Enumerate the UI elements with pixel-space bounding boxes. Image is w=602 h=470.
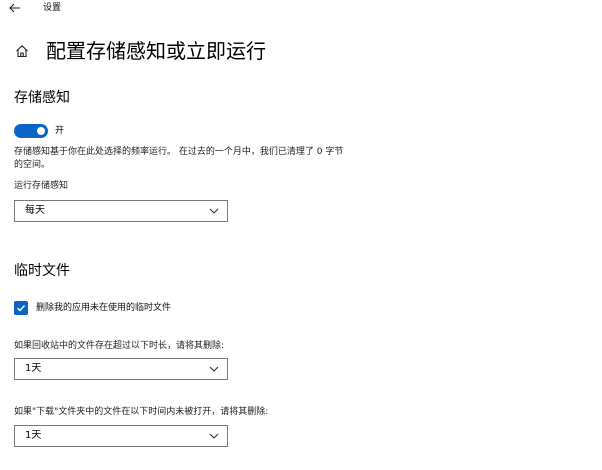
recycle-bin-label: 如果回收站中的文件存在超过以下时长，请将其删除: xyxy=(14,341,225,351)
checkmark-icon xyxy=(17,305,26,312)
delete-temp-files-label: 删除我的应用未在使用的临时文件 xyxy=(36,303,172,313)
title-bar: 设置 xyxy=(0,0,602,18)
run-storage-sense-label: 运行存储感知 xyxy=(14,181,69,191)
back-arrow-icon xyxy=(9,3,20,13)
settings-page: 设置 配置存储感知或立即运行 存储感知 开 存储感知基于你在此处选择的频率运行。… xyxy=(0,0,602,470)
chevron-down-icon xyxy=(209,433,219,439)
delete-temp-files-checkbox[interactable] xyxy=(14,301,28,315)
app-title: 设置 xyxy=(43,3,62,13)
chevron-down-icon xyxy=(209,366,219,372)
page-title: 配置存储感知或立即运行 xyxy=(46,39,266,63)
home-icon[interactable] xyxy=(14,43,30,59)
downloads-folder-value: 1天 xyxy=(25,430,42,441)
section-title-temp-files: 临时文件 xyxy=(14,263,70,279)
storage-sense-toggle[interactable] xyxy=(14,124,48,138)
recycle-bin-select[interactable]: 1天 xyxy=(14,358,228,380)
storage-sense-toggle-row: 开 xyxy=(14,122,64,140)
chevron-down-icon xyxy=(209,208,219,214)
section-title-storage-sense: 存储感知 xyxy=(14,90,70,106)
back-button[interactable] xyxy=(8,2,22,14)
recycle-bin-value: 1天 xyxy=(25,363,42,374)
downloads-folder-label: 如果"下载"文件夹中的文件在以下时间内未被打开，请将其删除: xyxy=(14,407,269,417)
downloads-folder-select[interactable]: 1天 xyxy=(14,425,228,447)
delete-temp-files-row: 删除我的应用未在使用的临时文件 xyxy=(14,300,171,316)
page-header: 配置存储感知或立即运行 xyxy=(14,36,266,66)
toggle-state-label: 开 xyxy=(55,126,65,136)
run-storage-sense-value: 每天 xyxy=(25,205,45,216)
run-storage-sense-select[interactable]: 每天 xyxy=(14,200,228,222)
storage-sense-description: 存储感知基于你在此处选择的频率运行。 在过去的一个月中，我们已清理了 0 字节 … xyxy=(14,147,344,170)
